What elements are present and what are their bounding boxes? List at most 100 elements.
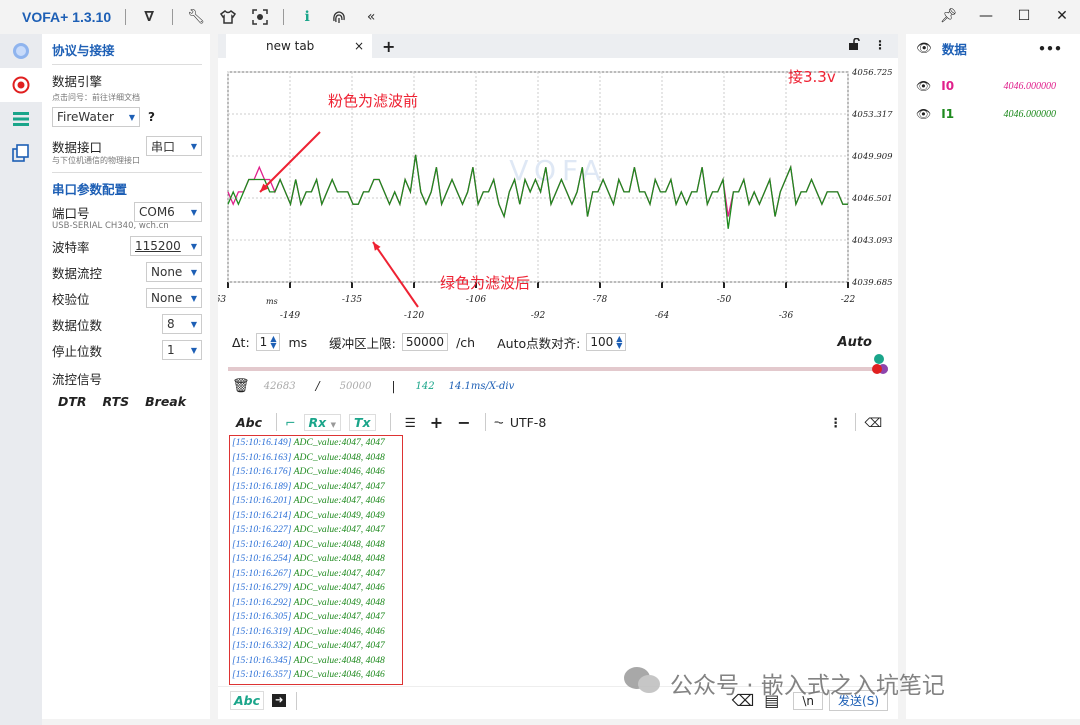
- add-tab-button[interactable]: +: [382, 37, 395, 56]
- chevron-down-icon: ▼: [190, 241, 197, 251]
- channel-value: 4046.000000: [1003, 80, 1057, 92]
- copy-nav-icon[interactable]: [0, 136, 42, 170]
- menu-nav-icon[interactable]: [0, 102, 42, 136]
- receive-log[interactable]: [15:10:16.149] ADC_value:4047, 4047 [15:1…: [229, 435, 403, 685]
- log-message: ADC_value:4047, 4046: [291, 582, 385, 593]
- log-line: [15:10:16.240] ADC_value:4048, 4048: [232, 538, 402, 553]
- log-message: ADC_value:4046, 4046: [291, 625, 385, 637]
- tab-bar: new tab × + ⋮: [218, 34, 898, 58]
- log-timestamp: [15:10:16.332]: [232, 640, 292, 651]
- channel-row-i0[interactable]: 👁︎ I0 4046.000000: [906, 72, 1080, 100]
- time-slider[interactable]: [228, 354, 888, 374]
- zoom-in-button[interactable]: +: [430, 413, 443, 432]
- engine-select[interactable]: FireWater ▼: [52, 107, 140, 127]
- wrench-icon[interactable]: 🔧︎: [187, 8, 205, 26]
- log-timestamp: [15:10:16.345]: [232, 654, 292, 666]
- more-horizontal-icon[interactable]: •••: [1038, 41, 1062, 56]
- baud-select[interactable]: 115200 ▼: [130, 236, 202, 256]
- chevron-down-icon: ▼: [190, 345, 197, 355]
- divider: [484, 413, 486, 431]
- divider: [389, 413, 391, 431]
- sample-limit: 50000: [339, 380, 372, 392]
- x-tick-label: -92: [531, 311, 546, 321]
- double-chevron-left-icon[interactable]: «: [362, 8, 380, 26]
- log-message: ADC_value:4049, 4049: [291, 509, 385, 521]
- x-tick-label: -36: [779, 311, 794, 321]
- log-message: ADC_value:4047, 4047: [291, 567, 385, 579]
- close-icon[interactable]: ✕: [1054, 8, 1070, 24]
- more-vertical-icon[interactable]: ⋮: [874, 38, 886, 53]
- divider: [855, 413, 856, 431]
- stop-bits-select[interactable]: 1 ▼: [162, 340, 202, 360]
- protocol-nav-icon[interactable]: [0, 34, 42, 68]
- eye-icon[interactable]: 👁︎: [916, 40, 932, 56]
- engine-hint: 点击问号：前往详细文档: [52, 93, 140, 102]
- spinner-icon[interactable]: ▲ ▼: [616, 335, 622, 350]
- data-bits-select[interactable]: 8 ▼: [162, 314, 202, 334]
- eye-icon[interactable]: 👁︎: [916, 107, 931, 121]
- shirt-icon[interactable]: [219, 8, 237, 26]
- interface-select[interactable]: 串口 ▼: [146, 136, 202, 156]
- help-icon[interactable]: ?: [148, 110, 155, 124]
- channel-row-i1[interactable]: 👁︎ I1 4046.000000: [906, 100, 1080, 128]
- log-message: ADC_value:4047, 4047: [291, 437, 385, 448]
- capture-icon[interactable]: [251, 8, 269, 26]
- trash-icon[interactable]: 🗑︎: [232, 378, 250, 394]
- eye-icon[interactable]: 👁︎: [916, 79, 931, 93]
- dt-input[interactable]: 1 ▲ ▼: [255, 333, 281, 351]
- text-format-icon[interactable]: ☰: [405, 415, 416, 430]
- encoding-label[interactable]: UTF-8: [510, 415, 546, 430]
- parity-select[interactable]: None ▼: [146, 288, 202, 308]
- port-select[interactable]: COM6 ▼: [134, 202, 202, 222]
- tab-close-icon[interactable]: ×: [354, 39, 364, 53]
- wave-icon[interactable]: ⏦: [494, 414, 504, 430]
- slider-handle-icon[interactable]: [868, 353, 898, 375]
- maximize-icon[interactable]: ☐: [1016, 8, 1032, 24]
- rts-button[interactable]: RTS: [103, 394, 130, 409]
- auto-button[interactable]: Auto: [838, 335, 872, 350]
- plot-controls: Δt: 1 ▲ ▼ ms 缓冲区上限: 50000 /ch Auto点数对齐: 1…: [232, 330, 882, 354]
- watermark: 公众号 · 嵌入式之入坑笔记: [622, 664, 945, 702]
- log-timestamp: [15:10:16.149]: [232, 437, 292, 448]
- send-file-icon[interactable]: ➜: [272, 694, 287, 707]
- y-tick-label: 4056.725: [851, 68, 893, 78]
- x-tick-label: -149: [280, 311, 300, 321]
- spinner-icon[interactable]: ▲ ▼: [270, 335, 276, 350]
- x-unit-label: ms: [266, 297, 278, 306]
- x-tick-label: -163: [218, 295, 226, 305]
- stats-bar: |: [391, 379, 396, 393]
- log-timestamp: [15:10:16.357]: [232, 669, 292, 680]
- info-icon[interactable]: ℹ: [298, 8, 316, 26]
- record-nav-icon[interactable]: [0, 68, 42, 102]
- minimize-icon[interactable]: —: [978, 8, 994, 24]
- abc-button[interactable]: Abc: [236, 415, 262, 430]
- data-panel-title: 数据: [941, 41, 967, 57]
- vofa-logo-icon[interactable]: ∇: [140, 8, 158, 26]
- tx-button[interactable]: Tx: [348, 413, 376, 431]
- pointer-icon[interactable]: ⌐: [285, 415, 295, 430]
- unlock-icon[interactable]: [848, 37, 860, 53]
- buffer-label: 缓冲区上限:: [329, 335, 396, 351]
- tx-abc-button[interactable]: Abc: [230, 691, 265, 710]
- log-timestamp: [15:10:16.305]: [232, 611, 292, 622]
- parity-value: None: [151, 291, 183, 305]
- annotation-pink: 粉色为滤波前: [328, 92, 419, 110]
- waveform-chart[interactable]: -163 -149 -135 -120 -106 -92 -78 -64 -50 -36 -22 ms…: [218, 62, 898, 324]
- pin-icon[interactable]: 📌︎: [940, 8, 958, 24]
- tab-new[interactable]: new tab ×: [226, 34, 372, 58]
- align-label: Auto点数对齐:: [497, 335, 581, 351]
- more-vertical-icon[interactable]: ⋮: [830, 415, 843, 430]
- time-per-div: 14.1ms/X-div: [448, 380, 515, 392]
- buffer-input[interactable]: 50000: [401, 333, 449, 351]
- align-input[interactable]: 100 ▲ ▼: [586, 333, 627, 351]
- zoom-out-button[interactable]: −: [457, 413, 470, 432]
- fingerprint-icon[interactable]: [330, 8, 348, 26]
- eraser-icon[interactable]: ⌫: [864, 415, 882, 430]
- y-tick-label: 4039.685: [851, 278, 893, 288]
- flow-control-select[interactable]: None ▼: [146, 262, 202, 282]
- y-tick-label: 4046.501: [851, 194, 893, 204]
- break-button[interactable]: Break: [145, 394, 186, 409]
- dtr-button[interactable]: DTR: [58, 394, 87, 409]
- log-timestamp: [15:10:16.292]: [232, 596, 292, 608]
- rx-button[interactable]: Rx ▼: [303, 413, 341, 431]
